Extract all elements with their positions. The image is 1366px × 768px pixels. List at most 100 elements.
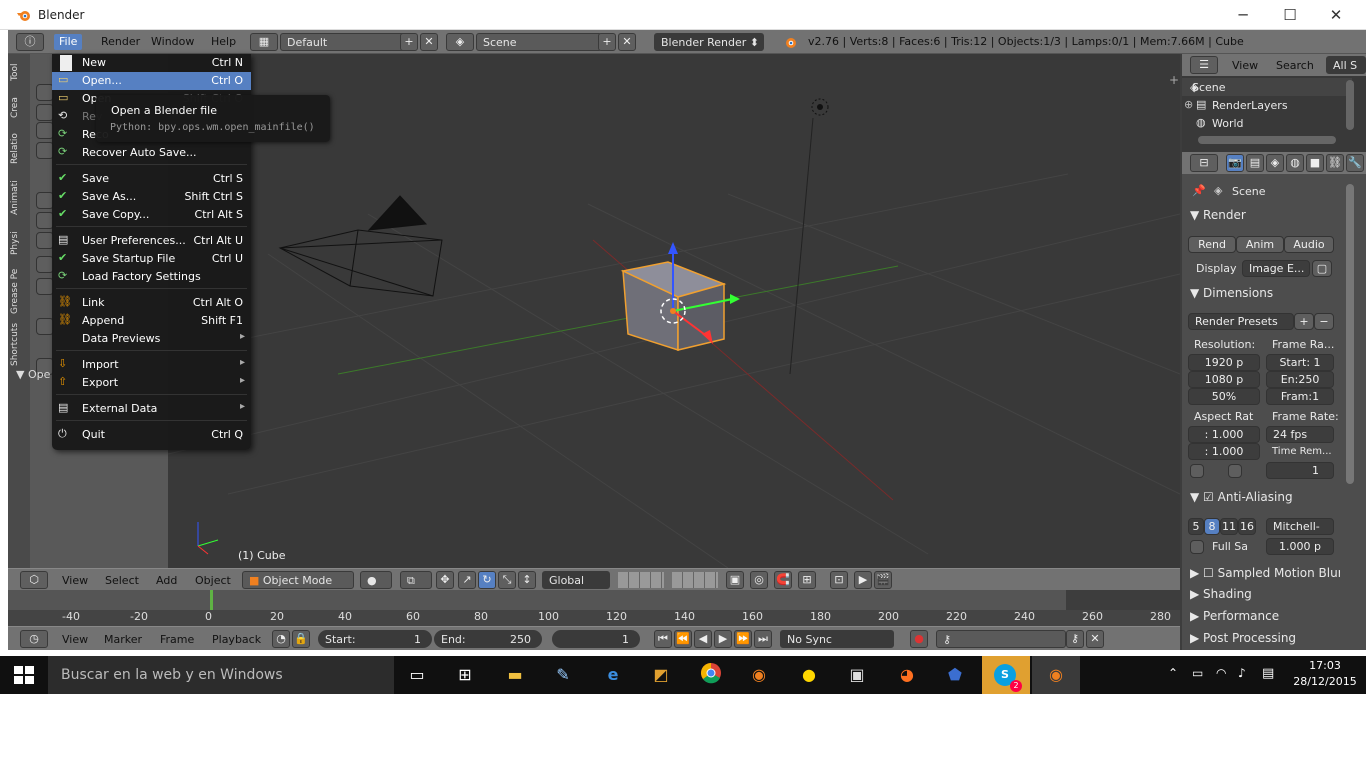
menu-item-append[interactable]: ⛓ Append Shift F1 (52, 312, 251, 330)
store-icon[interactable]: ⊞ (446, 662, 484, 688)
outliner-row[interactable]: ◍ World (1182, 114, 1352, 132)
preview-range-icon[interactable]: ◔ (272, 630, 290, 648)
menu-item-quit[interactable]: ⏻ Quit Ctrl Q (52, 426, 251, 444)
opengl-render-icon[interactable]: ▶ (854, 571, 872, 589)
windows-start-icon[interactable] (14, 666, 34, 684)
frame-end-field[interactable]: En:250 (1266, 371, 1334, 388)
end-frame-field[interactable]: End: 250 (434, 630, 542, 648)
performance-panel-header[interactable]: ▶ Performance (1190, 609, 1340, 627)
layout-field[interactable]: Default (280, 33, 406, 51)
menu-item-export[interactable]: ⇧ Export ▸ (52, 374, 251, 392)
scene-tab-icon[interactable]: ◈ (1266, 154, 1284, 172)
menu-item-data-previews[interactable]: Data Previews ▸ (52, 330, 251, 348)
delete-layout-icon[interactable]: ✕ (420, 33, 438, 51)
menu-file[interactable]: File (54, 34, 83, 50)
aa-filter-select[interactable]: Mitchell- (1266, 518, 1334, 535)
aa-samples-5[interactable]: 5 (1188, 518, 1204, 535)
tab-tools[interactable]: Tool (10, 58, 28, 86)
properties-scrollbar[interactable] (1346, 184, 1354, 484)
full-sample-checkbox[interactable] (1190, 540, 1204, 554)
notifications-icon[interactable]: ▤ (1262, 666, 1274, 681)
render-preview-icon[interactable]: ⊡ (830, 571, 848, 589)
view3d-menu-object[interactable]: Object (195, 574, 231, 587)
aa-samples-8[interactable]: 8 (1204, 518, 1220, 535)
layers-grid[interactable] (672, 572, 718, 588)
layers-grid[interactable] (618, 572, 664, 588)
pin-icon[interactable]: 📌 (1192, 184, 1206, 197)
menu-item-link[interactable]: ⛓ Link Ctrl Alt O (52, 294, 251, 312)
maximize-button[interactable]: ☐ (1267, 4, 1313, 26)
aspect-x-field[interactable]: : 1.000 (1188, 426, 1260, 443)
outliner-row[interactable]: ◈ Scene (1182, 78, 1352, 96)
rotate-icon[interactable]: ↻ (478, 571, 496, 589)
orientation-select[interactable]: Global (542, 571, 610, 589)
transform-orientation-icon[interactable]: ↕ (518, 571, 536, 589)
timeline-menu-marker[interactable]: Marker (104, 633, 142, 646)
properties-type-icon[interactable]: ⊟ (1190, 154, 1218, 172)
timeline-menu-playback[interactable]: Playback (212, 633, 261, 646)
audio-button[interactable]: Audio (1284, 236, 1334, 253)
delete-scene-icon[interactable]: ✕ (618, 33, 636, 51)
current-frame-field[interactable]: 1 (552, 630, 640, 648)
layout-icon[interactable]: ▦ (250, 33, 278, 51)
app-game-icon[interactable]: ⬟ (936, 662, 974, 688)
tab-shortcuts[interactable]: Shortcuts (10, 322, 28, 366)
blender-active-button[interactable]: ◉ (1032, 656, 1080, 694)
timeline-menu-frame[interactable]: Frame (160, 633, 194, 646)
menu-item-load-factory[interactable]: ⟳ Load Factory Settings (52, 268, 251, 286)
dimensions-panel-header[interactable]: ▼ Dimensions (1190, 286, 1340, 306)
aa-samples-16[interactable]: 16 (1238, 518, 1256, 535)
app-icon[interactable]: ◩ (642, 662, 680, 688)
constraints-tab-icon[interactable]: ⛓ (1326, 154, 1344, 172)
insert-keyframe-icon[interactable]: ⚷ (1066, 630, 1084, 648)
menu-item-save[interactable]: ✔ Save Ctrl S (52, 170, 251, 188)
volume-icon[interactable]: ♪ (1238, 666, 1246, 680)
jump-start-icon[interactable]: ⏮ (654, 630, 672, 648)
skype-taskbar-button[interactable]: S 2 (982, 656, 1030, 694)
delete-keyframe-icon[interactable]: ✕ (1086, 630, 1104, 648)
filter-size-field[interactable]: 1.000 p (1266, 538, 1334, 555)
render-presets-select[interactable]: Render Presets (1188, 313, 1294, 330)
scene-field[interactable]: Scene (476, 33, 602, 51)
render-engine-select[interactable]: Blender Render ⬍ (654, 33, 764, 51)
scene-icon[interactable]: ◈ (446, 33, 474, 51)
jump-end-icon[interactable]: ⏭ (754, 630, 772, 648)
render-button[interactable]: Rend (1188, 236, 1236, 253)
world-tab-icon[interactable]: ◍ (1286, 154, 1304, 172)
play-icon[interactable]: ▶ (714, 630, 732, 648)
menu-item-user-preferences[interactable]: ▤ User Preferences... Ctrl Alt U (52, 232, 251, 250)
minimize-button[interactable]: ─ (1220, 4, 1266, 26)
clock-icon[interactable]: ◷ (20, 630, 48, 648)
close-button[interactable]: ✕ (1313, 4, 1359, 26)
keying-set-field[interactable]: ⚷ (936, 630, 1066, 648)
render-panel-header[interactable]: ▼ Render (1190, 208, 1340, 228)
outliner-scrollbar[interactable] (1198, 136, 1336, 144)
tab-create[interactable]: Crea (10, 92, 28, 124)
crop-checkbox[interactable] (1190, 464, 1204, 478)
frame-step-field[interactable]: Fram:1 (1266, 388, 1334, 405)
resolution-y-field[interactable]: 1080 p (1188, 371, 1260, 388)
lock-icon[interactable]: 🔒 (292, 630, 310, 648)
snap-element-icon[interactable]: ⊞ (798, 571, 816, 589)
object-tab-icon[interactable]: ■ (1306, 154, 1324, 172)
taskbar-search-box[interactable]: Buscar en la web y en Windows (48, 656, 394, 694)
menu-item-save-copy[interactable]: ✔ Save Copy... Ctrl Alt S (52, 206, 251, 224)
editor-type-icon[interactable]: ⬡ (20, 571, 48, 589)
translate-icon[interactable]: ↗ (458, 571, 476, 589)
task-view-icon[interactable]: ▭ (398, 662, 436, 688)
outliner-row[interactable]: ⊕ ▤ RenderLayers (1182, 96, 1352, 114)
next-keyframe-icon[interactable]: ⏩ (734, 630, 752, 648)
motion-blur-panel-header[interactable]: ▶ ☐ Sampled Motion Blur (1190, 566, 1340, 584)
menu-item-external-data[interactable]: ▤ External Data ▸ (52, 400, 251, 418)
view3d-menu-view[interactable]: View (62, 574, 88, 587)
blender-taskbar-icon[interactable]: ◉ (740, 662, 778, 688)
lock-layers-icon[interactable]: ▣ (726, 571, 744, 589)
add-layout-icon[interactable]: + (400, 33, 418, 51)
frame-rate-select[interactable]: 24 fps (1266, 426, 1334, 443)
menu-item-save-startup[interactable]: ✔ Save Startup File Ctrl U (52, 250, 251, 268)
remove-preset-icon[interactable]: − (1314, 313, 1334, 330)
app-monitor-icon[interactable]: ▣ (838, 662, 876, 688)
taskbar-clock[interactable]: 17:03 28/12/2015 (1290, 658, 1360, 690)
camera-object[interactable] (278, 195, 443, 297)
chrome-icon[interactable] (692, 662, 730, 688)
